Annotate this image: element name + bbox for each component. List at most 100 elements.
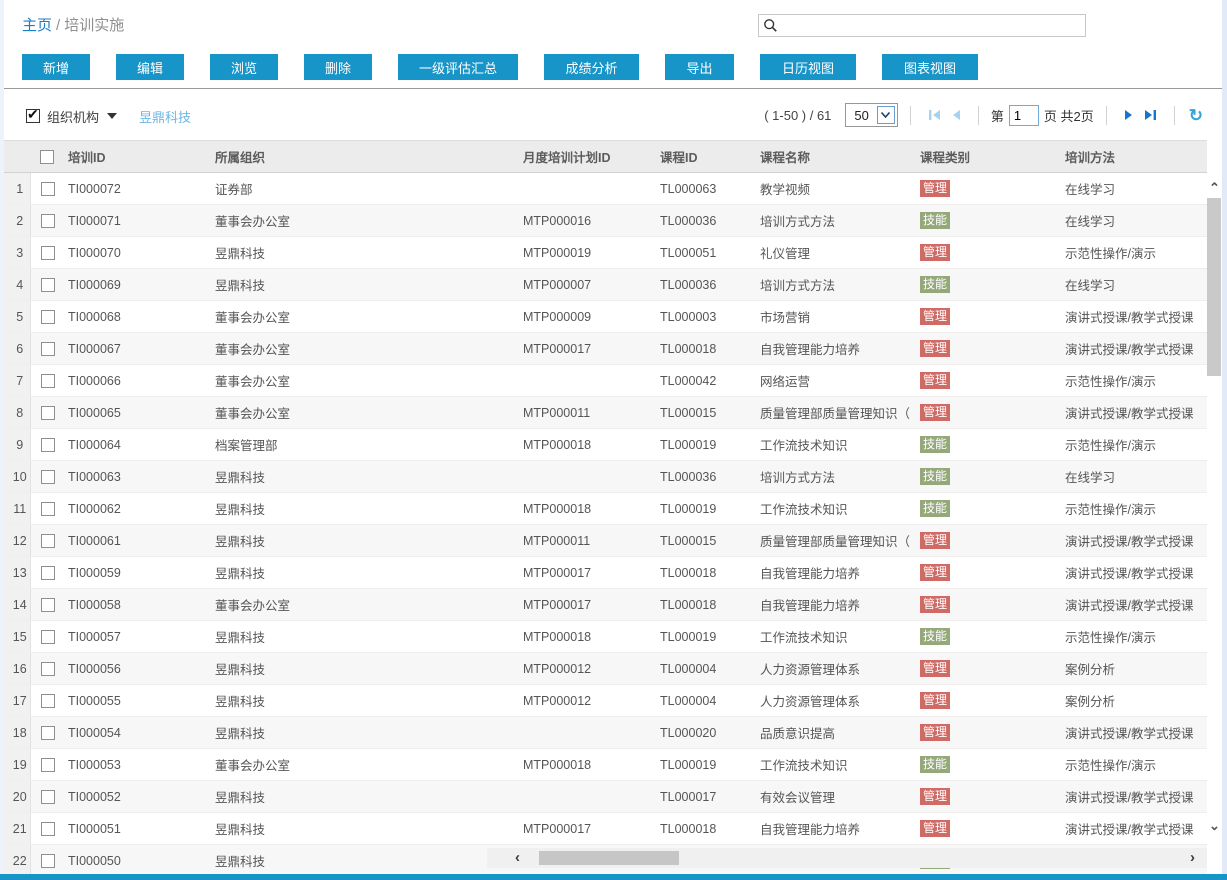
table-row[interactable]: 10 TI000063 昱鼎科技 TL000036 培训方式方法 技能 在线学习: [0, 461, 1207, 493]
table-header-row: 培训ID 所属组织 月度培训计划ID 课程ID 课程名称 课程类别 培训方法: [0, 141, 1207, 173]
page-number-input[interactable]: [1009, 105, 1039, 126]
page-size-dropdown-icon: [877, 106, 895, 124]
calendar-view-button[interactable]: 日历视图: [760, 54, 856, 80]
search-input[interactable]: [778, 16, 1085, 35]
row-checkbox[interactable]: [41, 438, 55, 452]
vertical-scrollbar-thumb[interactable]: [1207, 198, 1221, 376]
category-badge: 技能: [920, 756, 950, 773]
row-checkbox[interactable]: [41, 662, 55, 676]
header-course-name[interactable]: 课程名称: [750, 141, 910, 173]
horizontal-scrollbar[interactable]: ‹ ›: [487, 848, 1207, 868]
select-all-checkbox[interactable]: [40, 150, 54, 164]
table-row[interactable]: 5 TI000068 董事会办公室 MTP000009 TL000003 市场营…: [0, 301, 1207, 333]
header-method[interactable]: 培训方法: [1055, 141, 1207, 173]
refresh-button[interactable]: ↻: [1187, 107, 1205, 124]
row-checkbox[interactable]: [41, 790, 55, 804]
view-button[interactable]: 浏览: [210, 54, 278, 80]
row-checkbox[interactable]: [41, 726, 55, 740]
org-filter-label[interactable]: 组织机构: [47, 107, 99, 126]
cell-org: 昱鼎科技: [205, 717, 513, 749]
row-checkbox[interactable]: [41, 534, 55, 548]
table-row[interactable]: 21 TI000051 昱鼎科技 MTP000017 TL000018 自我管理…: [0, 813, 1207, 845]
row-checkbox[interactable]: [41, 182, 55, 196]
scroll-right-icon[interactable]: ›: [1190, 848, 1195, 868]
row-checkbox[interactable]: [41, 502, 55, 516]
row-checkbox[interactable]: [41, 758, 55, 772]
cell-training-id: TI000072: [58, 173, 205, 205]
row-checkbox[interactable]: [41, 822, 55, 836]
table-row[interactable]: 17 TI000055 昱鼎科技 MTP000012 TL000004 人力资源…: [0, 685, 1207, 717]
table-row[interactable]: 11 TI000062 昱鼎科技 MTP000018 TL000019 工作流技…: [0, 493, 1207, 525]
table-row[interactable]: 12 TI000061 昱鼎科技 MTP000011 TL000015 质量管理…: [0, 525, 1207, 557]
table-row[interactable]: 4 TI000069 昱鼎科技 MTP000007 TL000036 培训方式方…: [0, 269, 1207, 301]
header-org[interactable]: 所属组织: [205, 141, 513, 173]
export-button[interactable]: 导出: [665, 54, 734, 80]
header-course-id[interactable]: 课程ID: [650, 141, 750, 173]
table-row[interactable]: 16 TI000056 昱鼎科技 MTP000012 TL000004 人力资源…: [0, 653, 1207, 685]
breadcrumb-home-link[interactable]: 主页: [22, 17, 52, 34]
table-row[interactable]: 3 TI000070 昱鼎科技 MTP000019 TL000051 礼仪管理 …: [0, 237, 1207, 269]
prev-page-button[interactable]: [946, 109, 966, 121]
table-row[interactable]: 15 TI000057 昱鼎科技 MTP000018 TL000019 工作流技…: [0, 621, 1207, 653]
row-checkbox[interactable]: [41, 278, 55, 292]
category-badge: 管理: [920, 244, 950, 261]
row-checkbox[interactable]: [41, 310, 55, 324]
horizontal-scrollbar-thumb[interactable]: [539, 851, 679, 865]
table-row[interactable]: 1 TI000072 证券部 TL000063 教学视频 管理 在线学习: [0, 173, 1207, 205]
row-checkbox[interactable]: [41, 374, 55, 388]
category-badge: 管理: [920, 820, 950, 837]
score-analysis-button[interactable]: 成绩分析: [544, 54, 639, 80]
row-checkbox[interactable]: [41, 694, 55, 708]
table-row[interactable]: 9 TI000064 档案管理部 MTP000018 TL000019 工作流技…: [0, 429, 1207, 461]
cell-training-id: TI000057: [58, 621, 205, 653]
page-size-select[interactable]: 50: [845, 103, 897, 127]
row-checkbox[interactable]: [41, 630, 55, 644]
chart-view-button[interactable]: 图表视图: [882, 54, 978, 80]
table-row[interactable]: 18 TI000054 昱鼎科技 TL000020 品质意识提高 管理 演讲式授…: [0, 717, 1207, 749]
table-row[interactable]: 7 TI000066 董事会办公室 TL000042 网络运营 管理 示范性操作…: [0, 365, 1207, 397]
table-row[interactable]: 13 TI000059 昱鼎科技 MTP000017 TL000018 自我管理…: [0, 557, 1207, 589]
edit-button[interactable]: 编辑: [116, 54, 184, 80]
row-checkbox[interactable]: [41, 598, 55, 612]
level1-evaluation-summary-button[interactable]: 一级评估汇总: [398, 54, 518, 80]
row-checkbox[interactable]: [41, 470, 55, 484]
table-row[interactable]: 14 TI000058 董事会办公室 MTP000017 TL000018 自我…: [0, 589, 1207, 621]
cell-course-id: TL000018: [650, 333, 750, 365]
first-page-button[interactable]: [923, 109, 946, 121]
header-category[interactable]: 课程类别: [910, 141, 1055, 173]
cell-course-name: 培训方式方法: [750, 461, 910, 493]
delete-button[interactable]: 删除: [304, 54, 372, 80]
table-row[interactable]: 6 TI000067 董事会办公室 MTP000017 TL000018 自我管…: [0, 333, 1207, 365]
cell-training-id: TI000065: [58, 397, 205, 429]
row-checkbox[interactable]: [41, 246, 55, 260]
last-page-button[interactable]: [1139, 109, 1162, 121]
org-filter-checkbox[interactable]: [26, 109, 40, 123]
scroll-up-icon[interactable]: ⌃: [1206, 180, 1223, 196]
header-plan-id[interactable]: 月度培训计划ID: [513, 141, 650, 173]
cell-method: 演讲式授课/教学式授课: [1055, 813, 1207, 845]
cell-method: 演讲式授课/教学式授课: [1055, 397, 1207, 429]
bottom-accent-bar: [0, 874, 1227, 880]
scroll-down-icon[interactable]: ⌄: [1206, 818, 1223, 834]
cell-course-name: 工作流技术知识: [750, 429, 910, 461]
cell-training-id: TI000061: [58, 525, 205, 557]
org-filter-value-link[interactable]: 昱鼎科技: [139, 107, 191, 126]
header-training-id[interactable]: 培训ID: [58, 141, 205, 173]
row-checkbox[interactable]: [41, 214, 55, 228]
row-number: 19: [0, 749, 30, 781]
chevron-down-icon[interactable]: [107, 113, 117, 119]
table-row[interactable]: 20 TI000052 昱鼎科技 TL000017 有效会议管理 管理 演讲式授…: [0, 781, 1207, 813]
next-page-button[interactable]: [1119, 109, 1139, 121]
cell-plan-id: [513, 461, 650, 493]
pagination-divider: [1174, 106, 1175, 125]
table-row[interactable]: 8 TI000065 董事会办公室 MTP000011 TL000015 质量管…: [0, 397, 1207, 429]
add-button[interactable]: 新增: [22, 54, 90, 80]
row-checkbox[interactable]: [41, 854, 55, 868]
row-checkbox[interactable]: [41, 566, 55, 580]
row-checkbox[interactable]: [41, 406, 55, 420]
cell-method: 在线学习: [1055, 269, 1207, 301]
row-checkbox[interactable]: [41, 342, 55, 356]
table-row[interactable]: 19 TI000053 董事会办公室 MTP000018 TL000019 工作…: [0, 749, 1207, 781]
scroll-left-icon[interactable]: ‹: [515, 848, 520, 868]
table-row[interactable]: 2 TI000071 董事会办公室 MTP000016 TL000036 培训方…: [0, 205, 1207, 237]
